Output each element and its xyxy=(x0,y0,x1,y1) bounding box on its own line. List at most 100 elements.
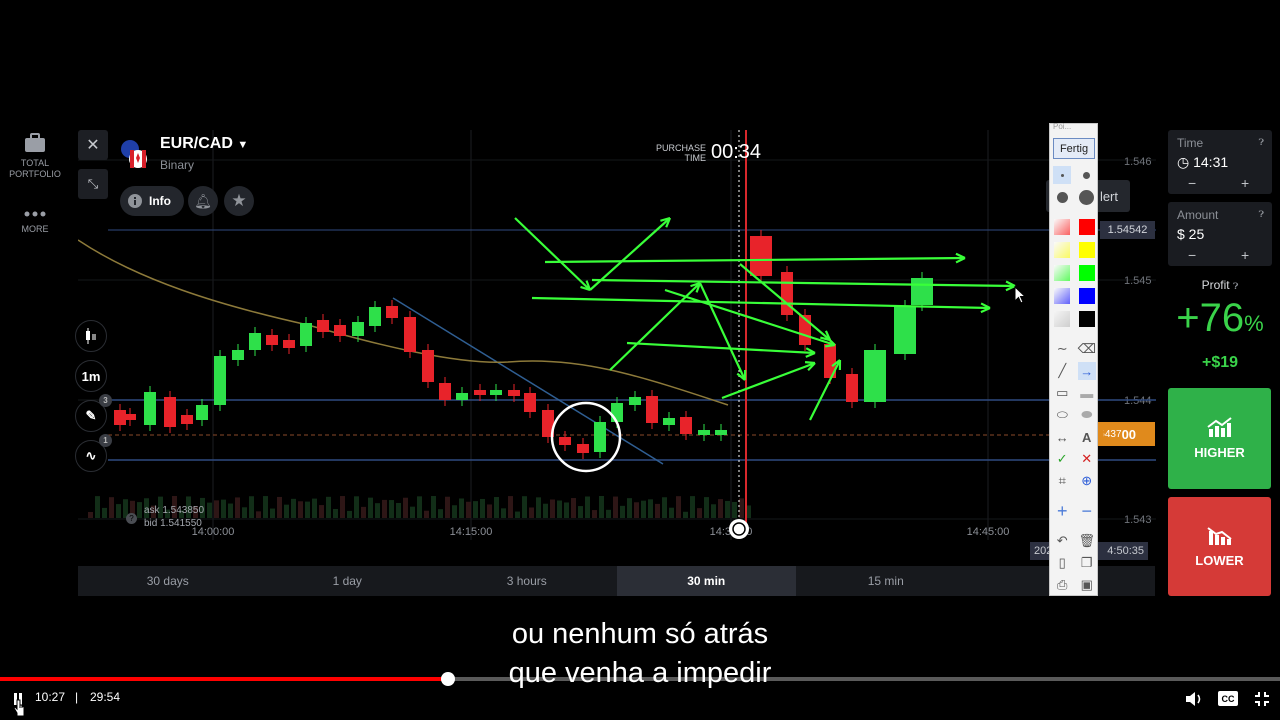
amount-value[interactable]: $ 25 xyxy=(1177,226,1204,242)
volume-bar xyxy=(515,511,520,518)
volume-bar xyxy=(368,497,373,518)
print-icon[interactable]: ⎙ xyxy=(1053,576,1071,594)
color-swatch-2[interactable] xyxy=(1078,264,1096,282)
timeframe-15-min[interactable]: 15 min xyxy=(796,566,976,596)
color-light-swatch-3[interactable] xyxy=(1053,287,1071,305)
color-swatch-4[interactable] xyxy=(1078,310,1096,328)
crop-icon[interactable]: ⌗ xyxy=(1053,472,1071,490)
timeframe-1-day[interactable]: 1 day xyxy=(258,566,438,596)
color-light-swatch-1[interactable] xyxy=(1053,241,1071,259)
volume-bar xyxy=(557,500,562,518)
collapse-button[interactable]: ⤡ xyxy=(78,169,108,199)
volume-bar xyxy=(725,500,730,518)
volume-bar xyxy=(333,508,338,518)
save-icon[interactable]: ▣ xyxy=(1078,576,1096,594)
color-swatch-0[interactable] xyxy=(1078,218,1096,236)
candles-icon xyxy=(86,328,96,344)
candle-body xyxy=(456,393,468,400)
pen-size-small[interactable] xyxy=(1053,166,1072,184)
total-portfolio-button[interactable]: TOTAL PORTFOLIO xyxy=(0,132,70,180)
current-price-bold: 00 xyxy=(1121,426,1137,442)
pen-size-medium[interactable] xyxy=(1078,166,1096,184)
color-swatch-3[interactable] xyxy=(1078,287,1096,305)
asset-selector[interactable]: EUR/CAD ▼ xyxy=(160,135,248,153)
amount-minus-button[interactable]: − xyxy=(1188,247,1196,263)
amount-help-icon[interactable]: ❓︎ xyxy=(1259,209,1264,220)
candle-body xyxy=(846,374,858,402)
time-minus-button[interactable]: − xyxy=(1188,175,1196,191)
color-swatch-1[interactable] xyxy=(1078,241,1096,259)
amount-plus-button[interactable]: + xyxy=(1241,247,1249,263)
higher-button[interactable]: HIGHER xyxy=(1168,388,1271,489)
zoom-out-icon[interactable]: − xyxy=(1078,501,1096,521)
candle-body xyxy=(334,325,346,336)
captions-icon[interactable]: CC xyxy=(1218,691,1238,706)
favorite-button[interactable]: ★ xyxy=(224,186,254,216)
indicators-button[interactable]: ∿ 1 xyxy=(75,434,112,472)
filled-ellipse-icon[interactable]: ⬬ xyxy=(1078,406,1096,424)
rectangle-icon[interactable]: ▭ xyxy=(1053,384,1071,402)
volume-bar xyxy=(564,502,569,518)
candle-body xyxy=(249,333,261,350)
candle-body xyxy=(559,437,571,445)
annotation-arrow xyxy=(514,217,591,291)
alert-bell-button[interactable]: 🔔︎ xyxy=(188,186,218,216)
new-page-icon[interactable]: ▯ xyxy=(1053,554,1071,572)
volume-bar xyxy=(473,501,478,518)
drawing-tools-button[interactable]: ✎ 3 xyxy=(75,394,112,432)
double-arrow-icon[interactable]: ↔ xyxy=(1053,428,1071,446)
help-icon[interactable]: ? xyxy=(126,513,137,524)
profit-label: Profit ❓︎ xyxy=(1168,278,1272,292)
volume-bar xyxy=(431,496,436,518)
color-light-swatch-0[interactable] xyxy=(1053,218,1071,236)
timeframe-button[interactable]: 1m xyxy=(75,360,107,392)
volume-button[interactable] xyxy=(1184,690,1204,708)
volume-bar xyxy=(592,510,597,518)
freehand-icon[interactable]: ∼ xyxy=(1053,340,1071,358)
arrow-icon[interactable]: → xyxy=(1077,362,1096,380)
time-plus-button[interactable]: + xyxy=(1241,175,1249,191)
volume-bar xyxy=(228,503,233,518)
zoom-in-icon[interactable]: + xyxy=(1053,501,1071,521)
color-light-swatch-2[interactable] xyxy=(1053,264,1071,282)
pen-size-xlarge[interactable] xyxy=(1078,188,1096,206)
total-portfolio-label: TOTAL PORTFOLIO xyxy=(9,158,61,179)
undo-icon[interactable]: ↶ xyxy=(1053,532,1071,550)
candle-body xyxy=(611,403,623,422)
line-icon[interactable]: ╱ xyxy=(1053,362,1071,380)
copy-icon[interactable]: ❐ xyxy=(1078,554,1096,572)
more-button[interactable]: MORE xyxy=(0,208,70,235)
volume-bar xyxy=(354,496,359,518)
volume-bar xyxy=(697,508,702,518)
candle-body xyxy=(663,418,675,425)
time-box[interactable]: Time ❓︎ ◷ 14:31 − + xyxy=(1168,130,1272,194)
filled-rectangle-icon[interactable]: ▬ xyxy=(1078,384,1096,402)
ellipse-icon[interactable]: ⬭ xyxy=(1053,406,1071,424)
time-help-icon[interactable]: ❓︎ xyxy=(1259,137,1264,148)
zoom-icon[interactable]: ⊕ xyxy=(1078,472,1096,490)
trash-icon[interactable]: 🗑︎ xyxy=(1078,532,1096,550)
done-button[interactable]: Fertig xyxy=(1053,138,1095,159)
eraser-icon[interactable]: ⌫ xyxy=(1078,340,1096,358)
candle-body xyxy=(386,306,398,318)
profit-help-icon[interactable]: ❓︎ xyxy=(1233,281,1238,291)
info-button[interactable]: Info xyxy=(120,186,184,216)
ask-value: ask 1.543850 xyxy=(144,505,205,516)
lower-button[interactable]: LOWER xyxy=(1168,497,1271,596)
timeframe-30-min[interactable]: 30 min xyxy=(616,566,796,596)
chart-type-button[interactable] xyxy=(75,320,107,352)
timeframe-3-hours[interactable]: 3 hours xyxy=(437,566,617,596)
pen-size-large[interactable] xyxy=(1053,188,1071,206)
candle-body xyxy=(594,422,606,452)
color-light-swatch-4[interactable] xyxy=(1053,310,1071,328)
cross-icon[interactable]: ✕ xyxy=(1078,450,1096,468)
drawing-palette: Poi... Fertig ∼ ⌫ ╱ → ▭ ▬ ⬭ ⬬ ↔ A ✓ ✕ ⌗ … xyxy=(1049,122,1098,596)
close-chart-button[interactable]: ✕ xyxy=(78,130,108,160)
volume-bar xyxy=(109,497,114,518)
text-icon[interactable]: A xyxy=(1078,428,1096,446)
timeframe-30-days[interactable]: 30 days xyxy=(78,566,258,596)
amount-box[interactable]: Amount ❓︎ $ 25 − + xyxy=(1168,202,1272,266)
exit-fullscreen-icon[interactable] xyxy=(1255,692,1269,706)
volume-bar xyxy=(375,503,380,518)
check-icon[interactable]: ✓ xyxy=(1053,450,1071,468)
